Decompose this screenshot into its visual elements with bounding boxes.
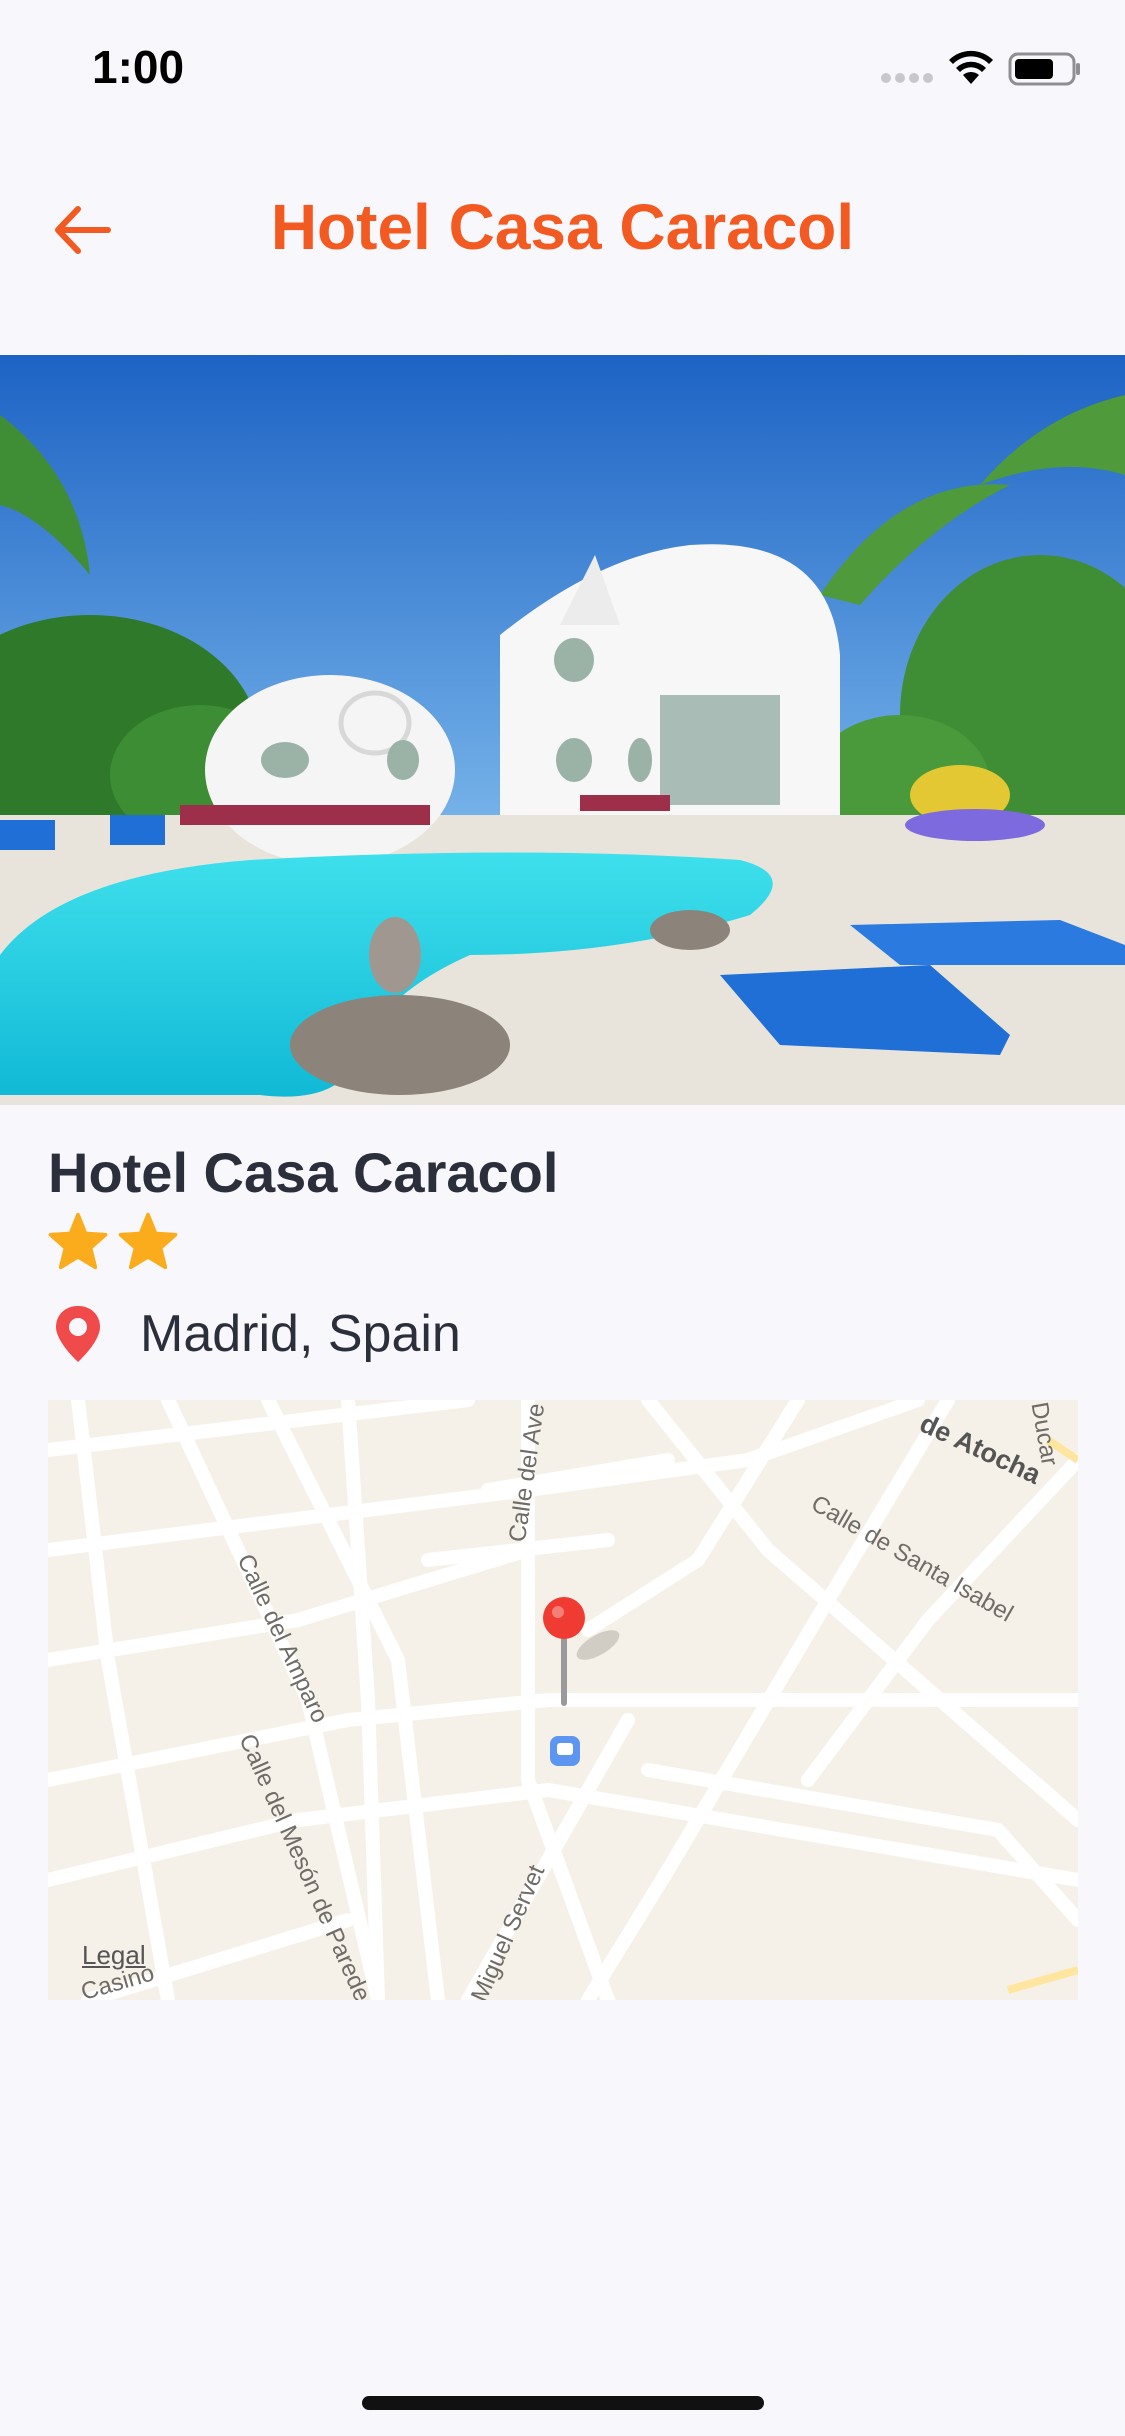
home-indicator[interactable] (362, 2396, 764, 2410)
hotel-name: Hotel Casa Caracol (48, 1141, 559, 1204)
battery-icon (1008, 52, 1080, 86)
map-legal-link[interactable]: Legal (82, 1940, 146, 1971)
star-icon (118, 1212, 178, 1270)
star-rating (48, 1212, 178, 1270)
star-icon (48, 1212, 108, 1270)
status-time: 1:00 (92, 41, 185, 93)
wifi-icon (949, 50, 993, 84)
location-text: Madrid, Spain (140, 1305, 461, 1363)
location-map[interactable]: Calle del Amparo Calle del Mesón de Pare… (48, 1400, 1078, 2000)
status-bar: 1:00 (0, 0, 1125, 140)
page-title: Hotel Casa Caracol (270, 191, 855, 263)
navigation-bar: Hotel Casa Caracol (0, 160, 1125, 300)
cellular-signal-icon (881, 73, 933, 83)
location-pin-icon (56, 1306, 100, 1362)
map-pin-icon[interactable] (540, 1596, 588, 1708)
hotel-photo (0, 355, 1125, 1105)
location-row: Madrid, Spain (52, 1304, 461, 1364)
